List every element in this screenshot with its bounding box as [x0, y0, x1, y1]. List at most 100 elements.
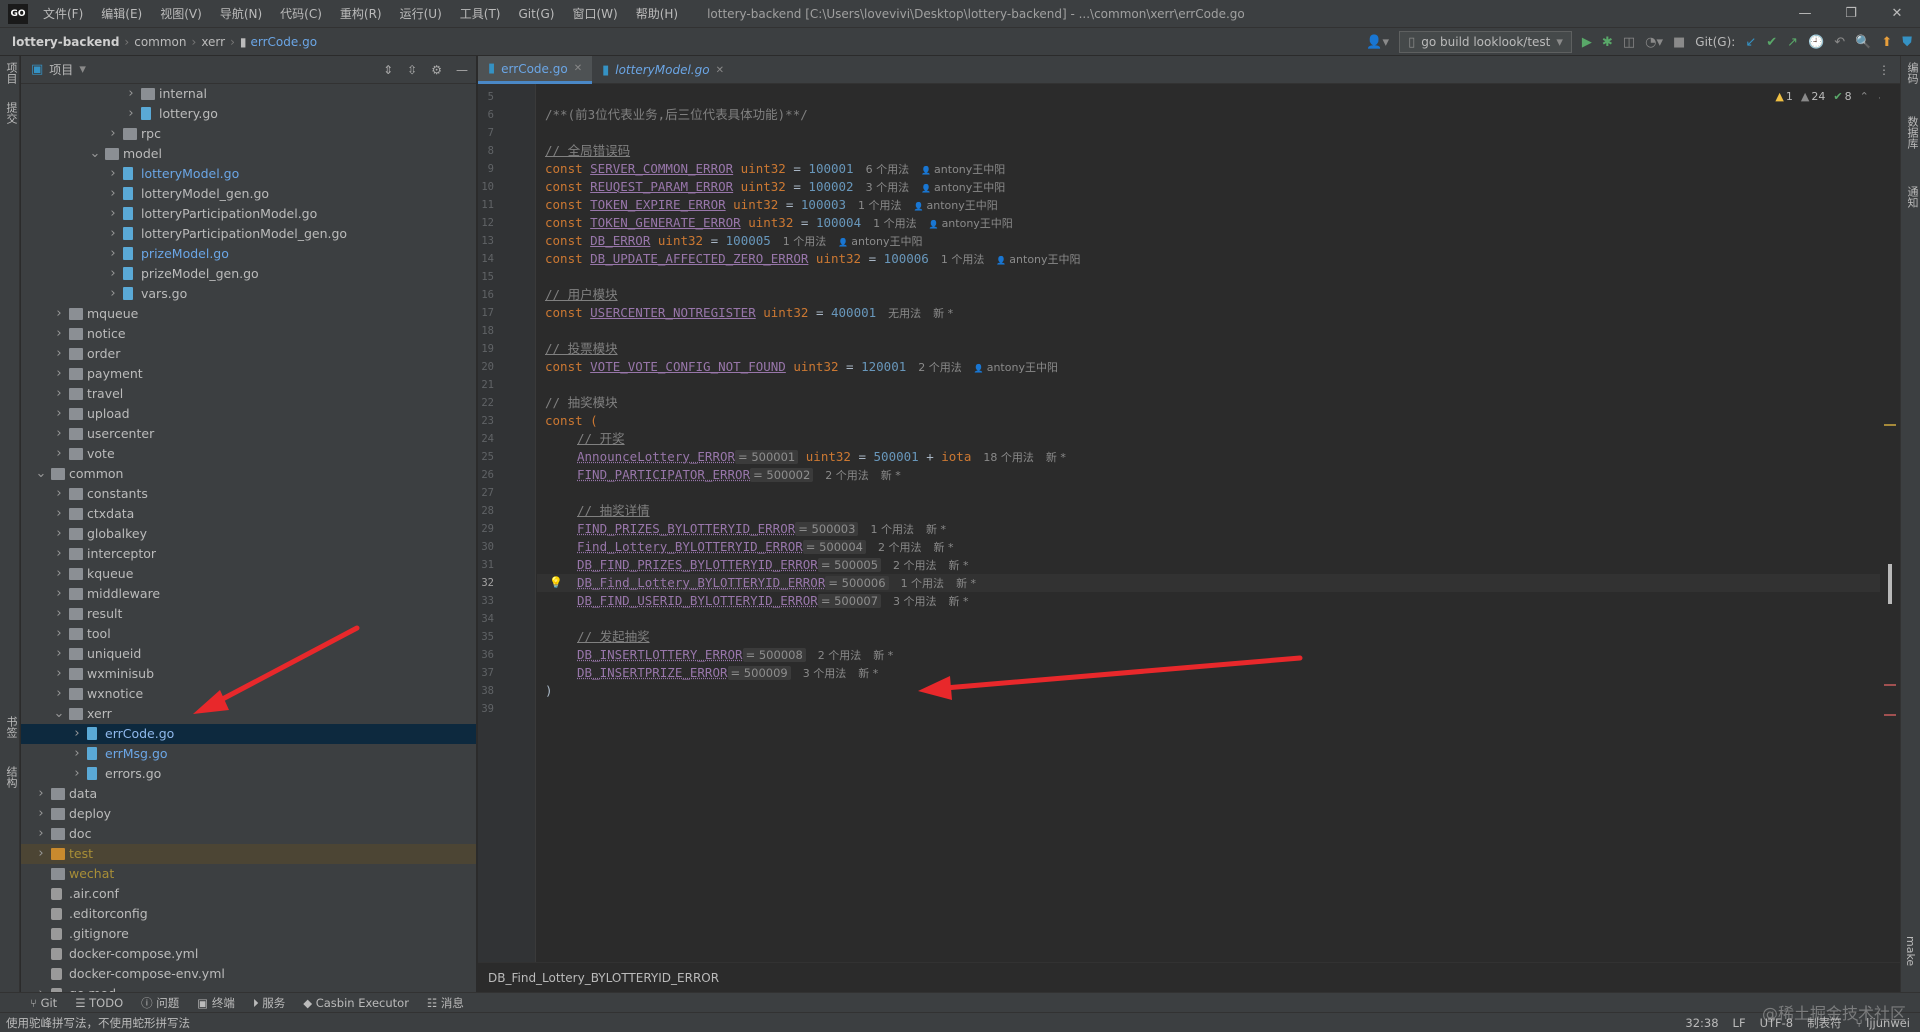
tree-item[interactable]: › travel [21, 384, 476, 404]
tree-item[interactable]: › vars.go [21, 284, 476, 304]
line-number[interactable]: 28 [478, 502, 498, 520]
code-line[interactable]: FIND_PARTICIPATOR_ERROR = 500002 2 个用法新 * [537, 466, 1880, 484]
chevron-right-icon[interactable]: › [53, 424, 65, 444]
project-panel-title[interactable]: 项目 [49, 61, 73, 78]
minimize-icon[interactable]: — [1782, 0, 1828, 28]
line-number[interactable]: 34 [478, 610, 498, 628]
line-number[interactable]: 8 [478, 142, 498, 160]
more-tabs-icon[interactable]: ⋮ [1868, 56, 1900, 84]
chevron-up-icon[interactable]: ⌃ [1860, 90, 1869, 103]
messages-tool-button[interactable]: ☷ 消息 [427, 995, 464, 1011]
code-line[interactable]: const DB_UPDATE_AFFECTED_ZERO_ERROR uint… [537, 250, 1880, 268]
tree-item[interactable]: › lottery.go [21, 104, 476, 124]
tree-item[interactable]: › ctxdata [21, 504, 476, 524]
tree-item[interactable]: › middleware [21, 584, 476, 604]
stop-icon[interactable]: ■ [1673, 36, 1685, 49]
line-number[interactable]: 11 [478, 196, 498, 214]
tab-lotterymodel[interactable]: ▮ lotteryModel.go ✕ [592, 56, 734, 84]
git-push-icon[interactable]: ↗ [1787, 36, 1798, 49]
code-line[interactable]: DB_INSERTLOTTERY_ERROR = 500008 2 个用法新 * [537, 646, 1880, 664]
chevron-right-icon[interactable]: › [107, 244, 119, 264]
menu-item[interactable]: 编辑(E) [92, 0, 151, 28]
tree-item[interactable]: .air.conf [21, 884, 476, 904]
code-line[interactable]: // 抽奖模块 [537, 394, 1880, 412]
code-line[interactable]: DB_FIND_PRIZES_BYLOTTERYID_ERROR = 500005… [537, 556, 1880, 574]
line-number[interactable]: 38 [478, 682, 498, 700]
line-number[interactable]: 13 [478, 232, 498, 250]
chevron-right-icon[interactable]: › [53, 624, 65, 644]
line-number[interactable]: 30 [478, 538, 498, 556]
code-line[interactable] [537, 484, 1880, 502]
menu-item[interactable]: 运行(U) [391, 0, 451, 28]
tree-item[interactable]: ⌄ common [21, 464, 476, 484]
code-line[interactable]: DB_FIND_USERID_BYLOTTERYID_ERROR = 500007… [537, 592, 1880, 610]
line-number[interactable]: 36 [478, 646, 498, 664]
line-number[interactable]: 17 [478, 304, 498, 322]
problems-tool-button[interactable]: ⓘ 问题 [141, 995, 179, 1011]
code-editor[interactable]: /**(前3位代表业务,后三位代表具体功能)**/ // 全局错误码 const S… [537, 84, 1880, 962]
tree-item[interactable]: › usercenter [21, 424, 476, 444]
tab-errcode[interactable]: ▮ errCode.go ✕ [478, 56, 593, 84]
tree-item[interactable]: › globalkey [21, 524, 476, 544]
tree-item[interactable]: › doc [21, 824, 476, 844]
menu-item[interactable]: 帮助(H) [627, 0, 687, 28]
tree-item[interactable]: › mqueue [21, 304, 476, 324]
close-icon[interactable]: ✕ [574, 63, 582, 74]
bookmarks-tool-tab[interactable]: 书签 [3, 716, 19, 738]
line-number[interactable]: 14 [478, 250, 498, 268]
database-tool-tab[interactable]: 数据库 [1904, 116, 1920, 149]
code-line[interactable]: // 全局错误码 [537, 142, 1880, 160]
code-line[interactable]: ) [537, 682, 1880, 700]
editor-scrollbar[interactable] [1880, 84, 1900, 962]
chevron-right-icon[interactable]: › [53, 604, 65, 624]
chevron-right-icon[interactable]: › [107, 204, 119, 224]
tree-item[interactable]: ⌄ model [21, 144, 476, 164]
line-number[interactable]: 24 [478, 430, 498, 448]
tree-item[interactable]: › lotteryModel_gen.go [21, 184, 476, 204]
line-number[interactable]: 35 [478, 628, 498, 646]
line-number[interactable]: 27 [478, 484, 498, 502]
breadcrumb-project[interactable]: lottery-backend [12, 35, 119, 49]
tree-item[interactable]: › order [21, 344, 476, 364]
debug-icon[interactable]: ✱ [1602, 36, 1613, 49]
tree-item[interactable]: › kqueue [21, 564, 476, 584]
chevron-right-icon[interactable]: › [107, 264, 119, 284]
run-configuration-select[interactable]: ▯ go build looklook/test ▾ [1399, 31, 1572, 53]
line-number[interactable]: 37 [478, 664, 498, 682]
code-line[interactable]: AnnounceLottery_ERROR = 500001 uint32 = 5… [537, 448, 1880, 466]
error-marker[interactable] [1884, 714, 1896, 716]
code-line[interactable]: FIND_PRIZES_BYLOTTERYID_ERROR = 500003 1 个… [537, 520, 1880, 538]
close-icon[interactable]: ✕ [1874, 0, 1920, 28]
chevron-down-icon[interactable]: ⌄ [35, 464, 47, 484]
tree-item[interactable]: › go.mod [21, 984, 476, 992]
editor-breadcrumb-symbol[interactable]: DB_Find_Lottery_BYLOTTERYID_ERROR [488, 971, 719, 985]
terminal-tool-button[interactable]: ▣ 终端 [197, 995, 235, 1011]
tree-item[interactable]: .editorconfig [21, 904, 476, 924]
chevron-right-icon[interactable]: › [107, 184, 119, 204]
chevron-right-icon[interactable]: › [53, 644, 65, 664]
chevron-right-icon[interactable]: › [35, 784, 47, 804]
chevron-right-icon[interactable]: › [53, 584, 65, 604]
code-line[interactable]: const TOKEN_EXPIRE_ERROR uint32 = 100003… [537, 196, 1880, 214]
tree-item[interactable]: › wxnotice [21, 684, 476, 704]
code-line[interactable] [537, 610, 1880, 628]
run-icon[interactable]: ▶ [1582, 36, 1592, 49]
tree-item[interactable]: › uniqueid [21, 644, 476, 664]
casbin-tool-button[interactable]: ◆ Casbin Executor [303, 996, 409, 1010]
code-line[interactable]: const USERCENTER_NOTREGISTER uint32 = 40… [537, 304, 1880, 322]
code-line[interactable]: const DB_ERROR uint32 = 100005 1 个用法 anton… [537, 232, 1880, 250]
tree-item[interactable]: › internal [21, 84, 476, 104]
tree-item[interactable]: › rpc [21, 124, 476, 144]
chevron-right-icon[interactable]: › [53, 384, 65, 404]
chevron-right-icon[interactable]: › [35, 844, 47, 864]
line-number[interactable]: 33 [478, 592, 498, 610]
breadcrumb-xerr[interactable]: xerr [201, 35, 225, 49]
line-number[interactable]: 16 [478, 286, 498, 304]
lightbulb-icon[interactable]: 💡 [549, 574, 563, 592]
tree-item[interactable]: › lotteryParticipationModel.go [21, 204, 476, 224]
breadcrumb-common[interactable]: common [134, 35, 186, 49]
line-number[interactable]: 29 [478, 520, 498, 538]
chevron-right-icon[interactable]: › [107, 164, 119, 184]
chevron-right-icon[interactable]: › [53, 304, 65, 324]
tree-item[interactable]: › test [21, 844, 476, 864]
